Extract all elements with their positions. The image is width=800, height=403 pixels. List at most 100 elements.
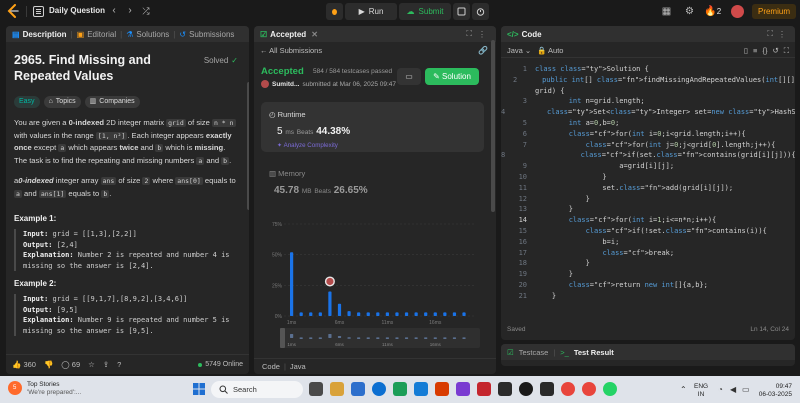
- settings-gear-icon[interactable]: ⚙: [683, 5, 696, 18]
- language-indicator[interactable]: ENG IN: [694, 383, 708, 398]
- expand-icon[interactable]: ⛶: [784, 46, 789, 56]
- code-line[interactable]: 19 }: [501, 269, 795, 280]
- description-scrollbar[interactable]: [247, 82, 249, 210]
- code-line[interactable]: 17 class="cf">break;: [501, 248, 795, 259]
- volume-icon[interactable]: ◀: [730, 385, 736, 394]
- editorial-book-icon[interactable]: ▭: [397, 68, 421, 85]
- code-footer-tab[interactable]: Code | Java: [254, 358, 496, 374]
- code-line[interactable]: 20 class="cf">return new int[]{a,b};: [501, 280, 795, 291]
- maximize-icon[interactable]: ⛶: [767, 29, 773, 39]
- task-view-icon[interactable]: [309, 382, 323, 396]
- edge-browser-icon[interactable]: [372, 382, 386, 396]
- more-options-icon[interactable]: ⋮: [478, 30, 486, 39]
- like-button[interactable]: 👍 360: [12, 360, 36, 369]
- code-line[interactable]: 7 class="cf">for(int j=0;j<grid[0].lengt…: [501, 140, 795, 151]
- mcafee-icon[interactable]: [477, 382, 491, 396]
- next-question-chevron-right-icon[interactable]: ›: [124, 5, 136, 17]
- terminal-icon[interactable]: [540, 382, 554, 396]
- runtime-card[interactable]: ◴ Runtime 5 ms Beats 44.38% ✦ Analyze Co…: [261, 102, 484, 152]
- memory-label[interactable]: ▥ Memory: [269, 169, 305, 178]
- more-options-icon[interactable]: ⋮: [778, 30, 786, 39]
- dislike-button[interactable]: 👎: [44, 360, 53, 369]
- daily-question-title[interactable]: Daily Question: [49, 6, 105, 15]
- office-icon[interactable]: [435, 382, 449, 396]
- tab-submissions[interactable]: ↺ Submissions: [179, 30, 234, 39]
- random-question-shuffle-icon[interactable]: ⤮: [140, 5, 152, 17]
- outlook-icon[interactable]: [414, 382, 428, 396]
- tab-code[interactable]: </> Code: [507, 30, 542, 39]
- code-line[interactable]: 6 class="cf">for(int i=0;i<grid.length;i…: [501, 129, 795, 140]
- github-icon[interactable]: [519, 382, 533, 396]
- tab-description[interactable]: ▤ Description: [12, 30, 67, 39]
- teams-icon[interactable]: [456, 382, 470, 396]
- share-icon[interactable]: ⇪: [103, 360, 109, 369]
- close-tab-icon[interactable]: ✕: [311, 30, 318, 39]
- code-line[interactable]: 10 }: [501, 172, 795, 183]
- debug-bug-icon[interactable]: [326, 3, 343, 20]
- comments-button[interactable]: ◯ 69: [61, 360, 80, 369]
- code-line[interactable]: 11 set.class="fn">add(grid[i][j]);: [501, 183, 795, 194]
- photos-icon[interactable]: [351, 382, 365, 396]
- wifi-icon[interactable]: ◔: [718, 385, 723, 394]
- post-solution-button[interactable]: ✎ Solution: [425, 68, 479, 85]
- code-line[interactable]: 5 int a=0,b=0;: [501, 118, 795, 129]
- chrome-icon[interactable]: [561, 382, 575, 396]
- whatsapp-icon[interactable]: [603, 382, 617, 396]
- username[interactable]: Sumitd...: [272, 81, 299, 88]
- show-hidden-icons-chevron-up-icon[interactable]: ⌃: [680, 385, 687, 394]
- auto-mode-toggle[interactable]: 🔒 Auto: [537, 46, 563, 55]
- leetcode-logo-icon[interactable]: [6, 4, 20, 18]
- store-icon[interactable]: [393, 382, 407, 396]
- app-icon[interactable]: [498, 382, 512, 396]
- bookmark-icon[interactable]: ▯: [744, 46, 748, 56]
- topics-chip[interactable]: ⌂ Topics: [43, 96, 81, 108]
- favorite-star-icon[interactable]: ☆: [88, 360, 95, 369]
- difficulty-chip[interactable]: Easy: [14, 96, 40, 108]
- reset-icon[interactable]: ↺: [772, 46, 778, 56]
- maximize-icon[interactable]: ⛶: [466, 29, 472, 39]
- avatar[interactable]: [731, 5, 744, 18]
- tab-test-result[interactable]: Test Result: [574, 348, 614, 357]
- chrome-profile-icon[interactable]: [582, 382, 596, 396]
- layout-grid-icon[interactable]: ▦: [660, 5, 673, 18]
- tab-testcase[interactable]: Testcase: [519, 348, 549, 357]
- problem-title[interactable]: 2965. Find Missing and Repeated Values: [14, 52, 184, 84]
- copy-link-icon[interactable]: 🔗: [478, 46, 488, 55]
- companies-chip[interactable]: ▥ Companies: [84, 96, 140, 108]
- prev-question-chevron-left-icon[interactable]: ‹: [108, 5, 120, 17]
- runtime-distribution-chart[interactable]: 75% 50% 25% 0% 1ms 6ms 11ms 16ms 1ms 6ms 11ms 16ms: [264, 214, 486, 348]
- code-line[interactable]: 18 }: [501, 258, 795, 269]
- analyze-complexity-link[interactable]: ✦ Analyze Complexity: [277, 142, 338, 149]
- tab-editorial[interactable]: ▣ Editorial: [77, 30, 116, 39]
- all-submissions-link[interactable]: ← All Submissions: [260, 46, 322, 55]
- notes-icon[interactable]: [453, 3, 470, 20]
- windows-start-icon[interactable]: [193, 383, 205, 395]
- code-line[interactable]: 15 class="cf">if(!set.class="fn">contain…: [501, 226, 795, 237]
- file-explorer-icon[interactable]: [330, 382, 344, 396]
- code-line[interactable]: 2 public int[] class="fn">findMissingAnd…: [501, 75, 795, 86]
- taskbar-search[interactable]: Search: [211, 381, 303, 398]
- code-line[interactable]: 4 class="ty">Set<class="ty">Integer> set…: [501, 107, 795, 118]
- submit-button[interactable]: ☁ Submit: [399, 3, 451, 20]
- run-button[interactable]: ▶ Run: [345, 3, 397, 20]
- middle-scrollbar[interactable]: [491, 40, 495, 212]
- help-question-icon[interactable]: ?: [117, 360, 121, 369]
- code-editor[interactable]: 1 class class="ty">Solution {2 public int…: [501, 64, 795, 302]
- code-line[interactable]: 12 }: [501, 194, 795, 205]
- braces-icon[interactable]: {}: [762, 46, 767, 56]
- code-line[interactable]: 14 class="cf">for(int i=1;i<=n*n;i++){: [501, 215, 795, 226]
- format-icon[interactable]: ≡: [753, 46, 757, 56]
- code-line[interactable]: 13 }: [501, 204, 795, 215]
- tab-solutions[interactable]: ⚗ Solutions: [126, 30, 169, 39]
- code-line[interactable]: 16 b=i;: [501, 237, 795, 248]
- timer-icon[interactable]: [472, 3, 489, 20]
- language-select[interactable]: Java ⌄: [507, 46, 531, 55]
- problem-list-icon[interactable]: [33, 6, 44, 17]
- avatar[interactable]: [261, 80, 269, 88]
- code-line[interactable]: 8 class="cf">if(set.class="fn">contains(…: [501, 150, 795, 161]
- code-line[interactable]: 9 a=grid[i][j];: [501, 161, 795, 172]
- clock[interactable]: 09:47 06-03-2025: [756, 383, 792, 398]
- premium-button[interactable]: Premium: [752, 4, 796, 19]
- code-line[interactable]: 3 int n=grid.length;: [501, 96, 795, 107]
- tab-accepted[interactable]: ☑ Accepted ✕: [260, 30, 318, 39]
